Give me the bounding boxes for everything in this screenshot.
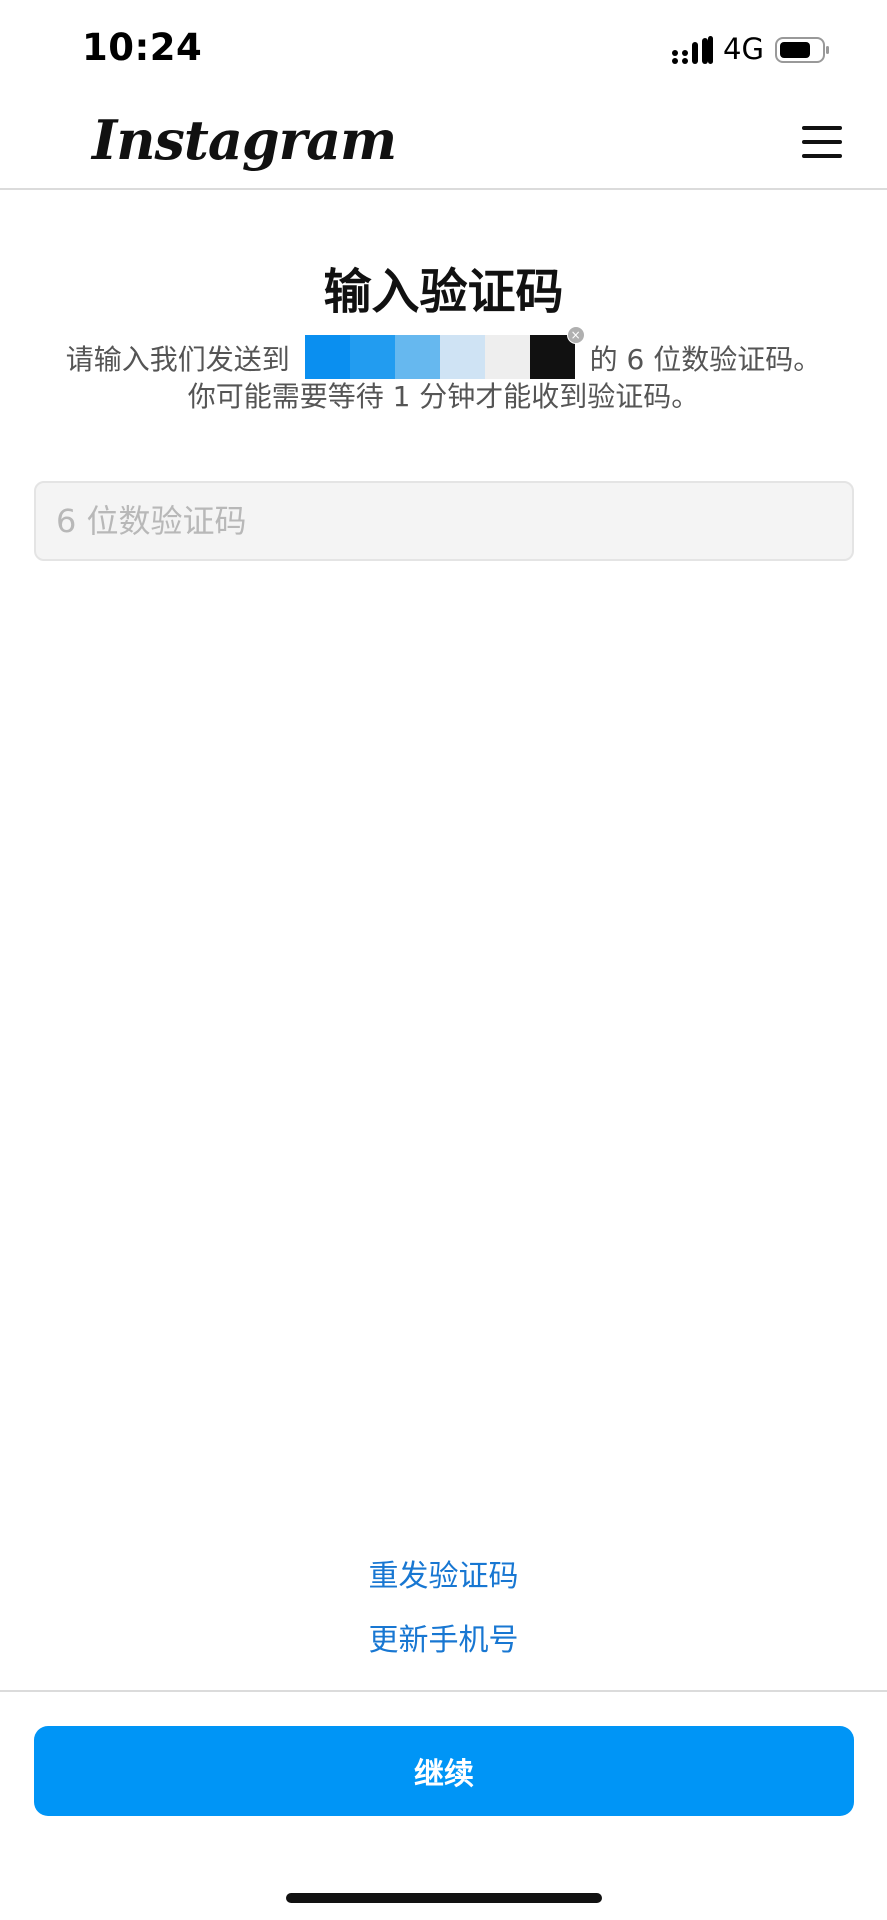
resend-code-button[interactable]: 重发验证码 bbox=[0, 1550, 887, 1596]
instruction-line-2: 你可能需要等待 1 分钟才能收到验证码。 bbox=[187, 380, 700, 413]
signal-bars-icon bbox=[672, 36, 713, 64]
app-header: Instagram bbox=[0, 100, 887, 190]
network-type: 4G bbox=[723, 32, 764, 66]
home-indicator bbox=[286, 1893, 602, 1903]
redaction-block bbox=[484, 335, 530, 379]
instruction-prefix: 请输入我们发送到 bbox=[65, 343, 290, 376]
page-title: 输入验证码 bbox=[323, 264, 564, 320]
redaction-block bbox=[529, 335, 575, 379]
hamburger-menu-icon[interactable] bbox=[800, 120, 844, 164]
battery-icon bbox=[775, 37, 829, 63]
status-bar: 10:24 4G bbox=[0, 0, 887, 100]
verification-code-input[interactable] bbox=[34, 481, 854, 561]
instruction-text: 请输入我们发送到 × 的 6 位数验证码。 你可能需要等待 1 分钟才能收到验证… bbox=[40, 326, 847, 415]
update-phone-button[interactable]: 更新手机号 bbox=[0, 1614, 887, 1660]
close-icon: × bbox=[566, 326, 585, 344]
redaction-block bbox=[304, 335, 350, 379]
verification-page: 10:24 4G Instagram 输入验证码 请输入我们发送到 × 的 6 … bbox=[0, 0, 887, 1920]
footer-divider bbox=[0, 1690, 887, 1692]
redaction-block bbox=[349, 335, 395, 379]
instagram-logo: Instagram bbox=[92, 108, 397, 172]
redaction-block bbox=[439, 335, 485, 379]
status-time: 10:24 bbox=[82, 26, 203, 69]
instruction-suffix: 的 6 位数验证码。 bbox=[589, 343, 822, 376]
instruction-line-1: 请输入我们发送到 × 的 6 位数验证码。 bbox=[40, 326, 847, 379]
continue-button[interactable]: 继续 bbox=[34, 1726, 854, 1816]
redaction-block bbox=[394, 335, 440, 379]
redacted-phone-number: × bbox=[304, 326, 585, 379]
